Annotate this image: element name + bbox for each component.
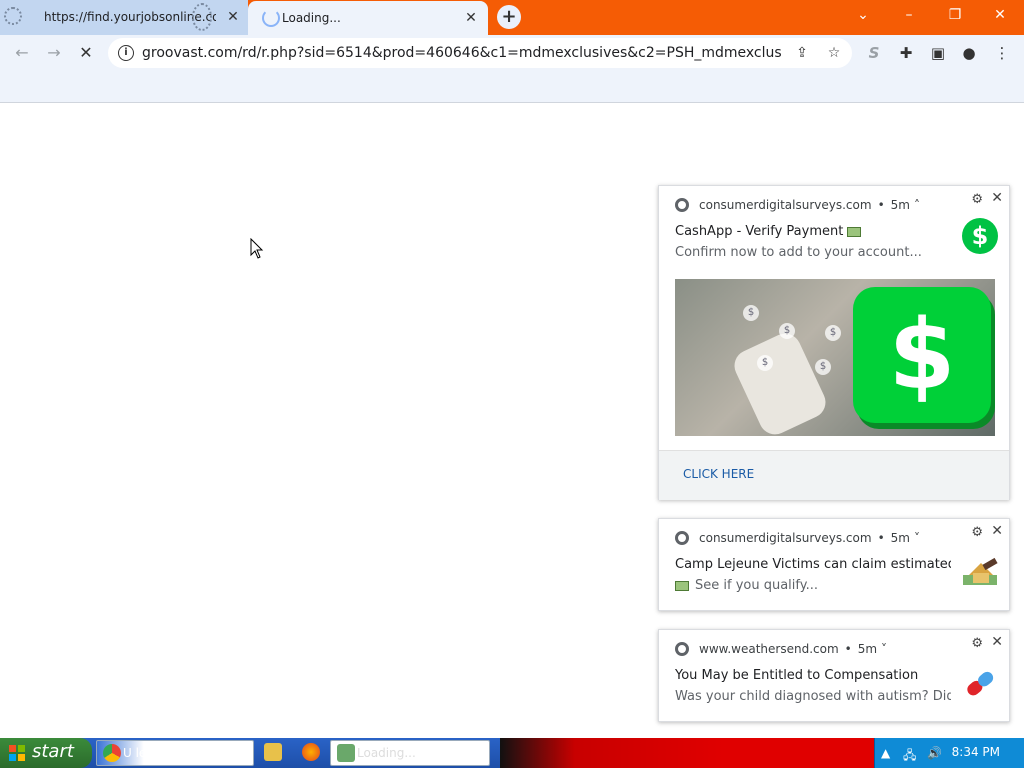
- chrome-icon: [675, 531, 689, 545]
- settings-gear-icon[interactable]: ⚙: [971, 636, 983, 651]
- site-info-icon[interactable]: i: [118, 45, 134, 61]
- tab-close-icon[interactable]: ✕: [462, 9, 480, 27]
- notification-title: Camp Lejeune Victims can claim estimated…: [675, 557, 951, 572]
- tab-loading[interactable]: Loading... ✕: [248, 1, 488, 35]
- notification-body: See if you qualify...: [675, 578, 955, 593]
- chevron-down-icon[interactable]: ˅: [881, 642, 887, 656]
- volume-icon[interactable]: 🔊: [927, 746, 942, 760]
- system-tray: ▲ 🖧 🔊 8:34 PM: [874, 738, 1024, 768]
- stop-loading-icon[interactable]: ✕: [74, 41, 98, 65]
- coin-icon: $: [757, 355, 773, 371]
- coin-icon: $: [743, 305, 759, 321]
- tab-title: https://find.yourjobsonline.com: [44, 10, 216, 24]
- screen: https://find.yourjobsonline.com ✕ Loadin…: [0, 0, 1024, 768]
- notification-body: Was your child diagnosed with autism? Di…: [675, 689, 951, 704]
- close-window-button[interactable]: ✕: [980, 2, 1020, 28]
- extensions-puzzle-icon[interactable]: ✚: [894, 41, 918, 65]
- browser-toolbar: ← → ✕ i groovast.com/rd/r.php?sid=6514&p…: [0, 35, 1024, 71]
- chrome-icon: [675, 642, 689, 656]
- tray-expand-icon[interactable]: ▲: [881, 746, 890, 760]
- taskbar-window-loading[interactable]: Loading...: [330, 740, 490, 766]
- chrome-icon: [103, 744, 121, 762]
- cashapp-logo-icon: $: [962, 218, 998, 254]
- close-icon[interactable]: ✕: [991, 523, 1003, 539]
- bookmarks-bar: [0, 71, 1024, 103]
- click-here-button[interactable]: CLICK HERE: [683, 467, 754, 481]
- firefox-icon[interactable]: [302, 743, 320, 761]
- extension-s-icon[interactable]: S: [862, 41, 886, 65]
- side-panel-icon[interactable]: ▣: [926, 41, 950, 65]
- restore-button[interactable]: ❐: [935, 2, 975, 28]
- app-icon: [337, 744, 355, 762]
- settings-gear-icon[interactable]: ⚙: [971, 192, 983, 207]
- tab-search-chevron-icon[interactable]: ⌄: [843, 2, 883, 28]
- file-explorer-icon[interactable]: [264, 743, 282, 761]
- tab-find-yourjobsonline[interactable]: https://find.yourjobsonline.com ✕: [0, 0, 248, 35]
- start-button[interactable]: start: [0, 738, 92, 768]
- chevron-up-icon[interactable]: ˄: [914, 198, 920, 212]
- tab-title: Loading...: [282, 11, 341, 25]
- mouse-cursor-icon: [250, 238, 264, 259]
- coin-icon: $: [825, 325, 841, 341]
- house-money-thumbnail-icon: [963, 557, 998, 585]
- money-emoji-icon: [847, 226, 862, 237]
- new-tab-button[interactable]: +: [497, 5, 521, 29]
- notification-cashapp[interactable]: consumerdigitalsurveys.com • 5m ˄ ⚙ ✕ Ca…: [658, 185, 1010, 500]
- notification-compensation[interactable]: www.weathersend.com • 5m ˅ ⚙ ✕ You May b…: [658, 629, 1010, 722]
- notification-camp-lejeune[interactable]: consumerdigitalsurveys.com • 5m ˅ ⚙ ✕ Ca…: [658, 518, 1010, 611]
- notification-body: Confirm now to add to your account...: [675, 245, 922, 260]
- url-text[interactable]: groovast.com/rd/r.php?sid=6514&prod=4606…: [142, 45, 782, 61]
- spinner-icon: [262, 9, 280, 27]
- pill-capsule-icon: [967, 671, 994, 696]
- profile-avatar-icon[interactable]: ●: [957, 41, 981, 65]
- settings-gear-icon[interactable]: ⚙: [971, 525, 983, 540]
- notification-source: consumerdigitalsurveys.com • 5m ˅: [675, 531, 920, 545]
- notification-title: You May be Entitled to Compensation: [675, 668, 919, 683]
- share-icon[interactable]: ⇪: [792, 43, 812, 63]
- taskbar-window-chrome[interactable]: U le C...: [96, 740, 254, 766]
- close-icon[interactable]: ✕: [991, 190, 1003, 206]
- close-icon[interactable]: ✕: [991, 634, 1003, 650]
- back-arrow-icon[interactable]: ←: [10, 41, 34, 65]
- clock[interactable]: 8:34 PM: [952, 745, 1000, 759]
- notification-title: CashApp - Verify Payment: [675, 224, 862, 239]
- taskbar: start U le C... Loading... ▲ 🖧 🔊 8:34 PM: [0, 738, 1024, 768]
- cashapp-promo-image: $ $ $ $ $ $: [675, 279, 995, 436]
- notification-source: www.weathersend.com • 5m ˅: [675, 642, 887, 656]
- money-emoji-icon: [675, 580, 689, 591]
- cashapp-big-logo-icon: $: [853, 287, 991, 423]
- coin-icon: $: [815, 359, 831, 375]
- coin-icon: $: [779, 323, 795, 339]
- tab-strip: https://find.yourjobsonline.com ✕ Loadin…: [0, 0, 1024, 35]
- bookmark-star-icon[interactable]: ☆: [824, 43, 844, 63]
- notification-source: consumerdigitalsurveys.com • 5m ˄: [675, 198, 920, 212]
- hand-phone-image: [729, 328, 831, 436]
- network-icon[interactable]: 🖧: [903, 746, 916, 767]
- address-bar[interactable]: i groovast.com/rd/r.php?sid=6514&prod=46…: [108, 38, 852, 68]
- notification-actions: CLICK HERE: [659, 450, 1009, 500]
- chevron-down-icon[interactable]: ˅: [914, 531, 920, 545]
- tab-overlay-icon: [192, 3, 212, 31]
- minimize-button[interactable]: –: [889, 2, 929, 28]
- menu-kebab-icon[interactable]: ⋮: [990, 41, 1014, 65]
- taskbar-red-region: [500, 738, 874, 768]
- tab-close-icon[interactable]: ✕: [224, 8, 242, 26]
- forward-arrow-icon[interactable]: →: [42, 41, 66, 65]
- windows-flag-icon: [9, 745, 25, 761]
- chrome-icon: [675, 198, 689, 212]
- loading-favicon-icon: [4, 7, 22, 25]
